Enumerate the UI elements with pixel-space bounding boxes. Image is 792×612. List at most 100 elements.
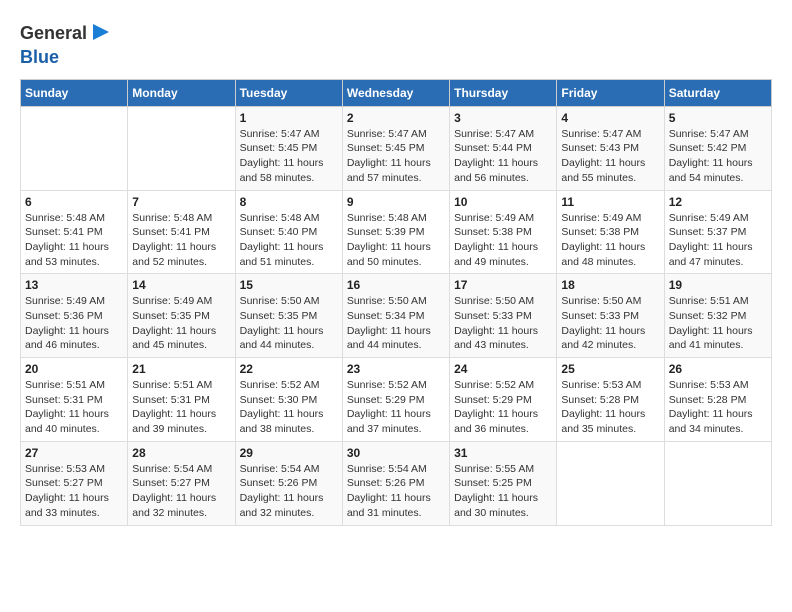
day-info: Sunrise: 5:49 AMSunset: 5:38 PMDaylight:… xyxy=(454,211,552,270)
day-info: Sunrise: 5:48 AMSunset: 5:41 PMDaylight:… xyxy=(25,211,123,270)
day-number: 23 xyxy=(347,362,445,376)
day-number: 14 xyxy=(132,278,230,292)
day-number: 6 xyxy=(25,195,123,209)
calendar-week-row: 27 Sunrise: 5:53 AMSunset: 5:27 PMDayligh… xyxy=(21,441,772,525)
day-info: Sunrise: 5:47 AMSunset: 5:45 PMDaylight:… xyxy=(347,127,445,186)
day-number: 22 xyxy=(240,362,338,376)
day-number: 29 xyxy=(240,446,338,460)
header-wednesday: Wednesday xyxy=(342,79,449,106)
calendar-cell: 22 Sunrise: 5:52 AMSunset: 5:30 PMDayligh… xyxy=(235,358,342,442)
day-info: Sunrise: 5:49 AMSunset: 5:38 PMDaylight:… xyxy=(561,211,659,270)
calendar-cell: 10 Sunrise: 5:49 AMSunset: 5:38 PMDayligh… xyxy=(450,190,557,274)
calendar-cell: 7 Sunrise: 5:48 AMSunset: 5:41 PMDaylight… xyxy=(128,190,235,274)
day-number: 13 xyxy=(25,278,123,292)
day-number: 24 xyxy=(454,362,552,376)
calendar-cell: 4 Sunrise: 5:47 AMSunset: 5:43 PMDaylight… xyxy=(557,106,664,190)
calendar-week-row: 13 Sunrise: 5:49 AMSunset: 5:36 PMDayligh… xyxy=(21,274,772,358)
calendar-header-row: SundayMondayTuesdayWednesdayThursdayFrid… xyxy=(21,79,772,106)
header-monday: Monday xyxy=(128,79,235,106)
day-info: Sunrise: 5:55 AMSunset: 5:25 PMDaylight:… xyxy=(454,462,552,521)
day-number: 15 xyxy=(240,278,338,292)
day-info: Sunrise: 5:50 AMSunset: 5:34 PMDaylight:… xyxy=(347,294,445,353)
day-number: 30 xyxy=(347,446,445,460)
header-tuesday: Tuesday xyxy=(235,79,342,106)
calendar-cell: 16 Sunrise: 5:50 AMSunset: 5:34 PMDayligh… xyxy=(342,274,449,358)
calendar-cell: 5 Sunrise: 5:47 AMSunset: 5:42 PMDaylight… xyxy=(664,106,771,190)
day-info: Sunrise: 5:47 AMSunset: 5:43 PMDaylight:… xyxy=(561,127,659,186)
day-info: Sunrise: 5:52 AMSunset: 5:29 PMDaylight:… xyxy=(454,378,552,437)
day-number: 20 xyxy=(25,362,123,376)
header-thursday: Thursday xyxy=(450,79,557,106)
calendar-cell: 14 Sunrise: 5:49 AMSunset: 5:35 PMDayligh… xyxy=(128,274,235,358)
day-info: Sunrise: 5:50 AMSunset: 5:33 PMDaylight:… xyxy=(561,294,659,353)
day-info: Sunrise: 5:47 AMSunset: 5:45 PMDaylight:… xyxy=(240,127,338,186)
calendar-cell: 31 Sunrise: 5:55 AMSunset: 5:25 PMDayligh… xyxy=(450,441,557,525)
calendar-cell: 1 Sunrise: 5:47 AMSunset: 5:45 PMDaylight… xyxy=(235,106,342,190)
calendar-cell: 30 Sunrise: 5:54 AMSunset: 5:26 PMDayligh… xyxy=(342,441,449,525)
calendar-cell: 6 Sunrise: 5:48 AMSunset: 5:41 PMDaylight… xyxy=(21,190,128,274)
day-number: 4 xyxy=(561,111,659,125)
day-number: 28 xyxy=(132,446,230,460)
day-number: 25 xyxy=(561,362,659,376)
day-info: Sunrise: 5:47 AMSunset: 5:42 PMDaylight:… xyxy=(669,127,767,186)
calendar-cell: 17Sunrise: 5:50 AMSunset: 5:33 PMDayligh… xyxy=(450,274,557,358)
day-info: Sunrise: 5:50 AMSunset: 5:35 PMDaylight:… xyxy=(240,294,338,353)
day-number: 11 xyxy=(561,195,659,209)
day-info: Sunrise: 5:53 AMSunset: 5:27 PMDaylight:… xyxy=(25,462,123,521)
day-number: 7 xyxy=(132,195,230,209)
day-number: 16 xyxy=(347,278,445,292)
day-number: 31 xyxy=(454,446,552,460)
calendar-cell: 2 Sunrise: 5:47 AMSunset: 5:45 PMDaylight… xyxy=(342,106,449,190)
calendar-table: SundayMondayTuesdayWednesdayThursdayFrid… xyxy=(20,79,772,526)
calendar-cell: 18 Sunrise: 5:50 AMSunset: 5:33 PMDayligh… xyxy=(557,274,664,358)
day-info: Sunrise: 5:49 AMSunset: 5:36 PMDaylight:… xyxy=(25,294,123,353)
calendar-cell xyxy=(557,441,664,525)
day-number: 5 xyxy=(669,111,767,125)
day-info: Sunrise: 5:52 AMSunset: 5:29 PMDaylight:… xyxy=(347,378,445,437)
calendar-cell: 20 Sunrise: 5:51 AMSunset: 5:31 PMDayligh… xyxy=(21,358,128,442)
calendar-cell xyxy=(21,106,128,190)
calendar-cell: 13 Sunrise: 5:49 AMSunset: 5:36 PMDayligh… xyxy=(21,274,128,358)
day-info: Sunrise: 5:54 AMSunset: 5:26 PMDaylight:… xyxy=(347,462,445,521)
day-info: Sunrise: 5:54 AMSunset: 5:26 PMDaylight:… xyxy=(240,462,338,521)
day-info: Sunrise: 5:48 AMSunset: 5:41 PMDaylight:… xyxy=(132,211,230,270)
day-number: 1 xyxy=(240,111,338,125)
calendar-cell: 27 Sunrise: 5:53 AMSunset: 5:27 PMDayligh… xyxy=(21,441,128,525)
header-saturday: Saturday xyxy=(664,79,771,106)
calendar-cell: 21Sunrise: 5:51 AMSunset: 5:31 PMDayligh… xyxy=(128,358,235,442)
logo-blue: Blue xyxy=(20,47,111,69)
calendar-cell: 25 Sunrise: 5:53 AMSunset: 5:28 PMDayligh… xyxy=(557,358,664,442)
day-number: 2 xyxy=(347,111,445,125)
day-number: 27 xyxy=(25,446,123,460)
logo: General Blue xyxy=(20,20,111,69)
calendar-cell xyxy=(128,106,235,190)
calendar-cell: 8 Sunrise: 5:48 AMSunset: 5:40 PMDaylight… xyxy=(235,190,342,274)
day-number: 8 xyxy=(240,195,338,209)
calendar-cell: 29 Sunrise: 5:54 AMSunset: 5:26 PMDayligh… xyxy=(235,441,342,525)
day-number: 19 xyxy=(669,278,767,292)
calendar-cell: 11 Sunrise: 5:49 AMSunset: 5:38 PMDayligh… xyxy=(557,190,664,274)
day-info: Sunrise: 5:51 AMSunset: 5:31 PMDaylight:… xyxy=(25,378,123,437)
day-number: 10 xyxy=(454,195,552,209)
calendar-cell: 24 Sunrise: 5:52 AMSunset: 5:29 PMDayligh… xyxy=(450,358,557,442)
day-info: Sunrise: 5:52 AMSunset: 5:30 PMDaylight:… xyxy=(240,378,338,437)
header-sunday: Sunday xyxy=(21,79,128,106)
day-info: Sunrise: 5:49 AMSunset: 5:37 PMDaylight:… xyxy=(669,211,767,270)
day-info: Sunrise: 5:48 AMSunset: 5:40 PMDaylight:… xyxy=(240,211,338,270)
day-number: 18 xyxy=(561,278,659,292)
day-info: Sunrise: 5:51 AMSunset: 5:32 PMDaylight:… xyxy=(669,294,767,353)
day-info: Sunrise: 5:48 AMSunset: 5:39 PMDaylight:… xyxy=(347,211,445,270)
day-info: Sunrise: 5:54 AMSunset: 5:27 PMDaylight:… xyxy=(132,462,230,521)
day-number: 21 xyxy=(132,362,230,376)
day-info: Sunrise: 5:53 AMSunset: 5:28 PMDaylight:… xyxy=(561,378,659,437)
logo-arrow-icon xyxy=(91,22,111,42)
calendar-cell: 3Sunrise: 5:47 AMSunset: 5:44 PMDaylight… xyxy=(450,106,557,190)
day-number: 9 xyxy=(347,195,445,209)
day-info: Sunrise: 5:49 AMSunset: 5:35 PMDaylight:… xyxy=(132,294,230,353)
calendar-cell xyxy=(664,441,771,525)
header-friday: Friday xyxy=(557,79,664,106)
logo-text: General xyxy=(20,23,87,45)
day-info: Sunrise: 5:53 AMSunset: 5:28 PMDaylight:… xyxy=(669,378,767,437)
calendar-week-row: 20 Sunrise: 5:51 AMSunset: 5:31 PMDayligh… xyxy=(21,358,772,442)
calendar-cell: 12Sunrise: 5:49 AMSunset: 5:37 PMDayligh… xyxy=(664,190,771,274)
